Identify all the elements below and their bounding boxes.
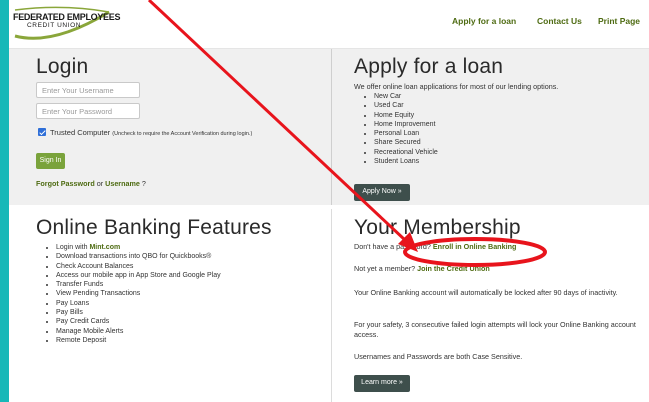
username-input[interactable]: Enter Your Username (36, 82, 140, 98)
list-item: Transfer Funds (56, 280, 221, 289)
site-header: FEDERATED EMPLOYEES CREDIT UNION Apply f… (9, 0, 649, 49)
apply-title: Apply for a loan (354, 55, 504, 78)
list-item[interactable]: Home Equity (374, 111, 438, 120)
list-item[interactable]: Used Car (374, 101, 438, 110)
vertical-divider-bottom (331, 209, 332, 402)
list-item[interactable]: Recreational Vehicle (374, 148, 438, 157)
logo-line1: FEDERATED EMPLOYEES (13, 12, 121, 22)
password-input[interactable]: Enter Your Password (36, 103, 140, 119)
lockout-note: For your safety, 3 consecutive failed lo… (354, 320, 636, 339)
page: FEDERATED EMPLOYEES CREDIT UNION Apply f… (9, 0, 649, 402)
list-item: Access our mobile app in App Store and G… (56, 271, 221, 280)
forgot-credentials: Forgot Password or Username ? (36, 179, 146, 188)
trusted-computer-label: Trusted Computer (Uncheck to require the… (50, 128, 253, 137)
forgot-username-link[interactable]: Username (105, 179, 140, 188)
case-sensitive-note: Usernames and Passwords are both Case Se… (354, 352, 523, 361)
list-item: Login with Mint.com (56, 243, 221, 252)
logo[interactable]: FEDERATED EMPLOYEES CREDIT UNION (13, 6, 120, 40)
membership-title: Your Membership (354, 216, 521, 239)
list-item: Manage Mobile Alerts (56, 327, 221, 336)
list-item[interactable]: Home Improvement (374, 120, 438, 129)
login-title: Login (36, 55, 89, 78)
list-item: View Pending Transactions (56, 289, 221, 298)
vertical-divider (331, 49, 332, 205)
mint-link[interactable]: Mint.com (89, 244, 120, 251)
list-item: Remote Deposit (56, 336, 221, 345)
apply-now-button[interactable]: Apply Now » (354, 184, 410, 201)
list-item: Check Account Balances (56, 262, 221, 271)
learn-more-button[interactable]: Learn more » (354, 375, 410, 392)
enroll-online-banking-link[interactable]: Enroll in Online Banking (433, 242, 516, 251)
nav-print-page[interactable]: Print Page (598, 16, 640, 26)
features-title: Online Banking Features (36, 216, 272, 239)
enroll-paragraph: Don't have a password? Enroll in Online … (354, 242, 517, 251)
join-credit-union-link[interactable]: Join the Credit Union (417, 264, 490, 273)
list-item: Pay Loans (56, 299, 221, 308)
list-item: Pay Bills (56, 308, 221, 317)
list-item: Pay Credit Cards (56, 317, 221, 326)
apply-intro: We offer online loan applications for mo… (354, 82, 559, 91)
trusted-computer-checkbox[interactable] (38, 128, 46, 136)
list-item[interactable]: New Car (374, 92, 438, 101)
list-item[interactable]: Student Loans (374, 157, 438, 166)
loan-type-list: New Car Used Car Home Equity Home Improv… (362, 92, 438, 166)
join-paragraph: Not yet a member? Join the Credit Union (354, 264, 490, 273)
list-item: Download transactions into QBO for Quick… (56, 252, 221, 261)
logo-line2: CREDIT UNION (27, 22, 82, 29)
sign-in-button[interactable]: Sign In (36, 153, 65, 169)
nav-contact-us[interactable]: Contact Us (537, 16, 582, 26)
list-item[interactable]: Personal Loan (374, 129, 438, 138)
nav-apply-loan[interactable]: Apply for a loan (452, 16, 516, 26)
list-item[interactable]: Share Secured (374, 138, 438, 147)
forgot-password-link[interactable]: Forgot Password (36, 179, 95, 188)
features-list: Login with Mint.com Download transaction… (44, 243, 221, 345)
inactivity-note: Your Online Banking account will automat… (354, 288, 618, 297)
